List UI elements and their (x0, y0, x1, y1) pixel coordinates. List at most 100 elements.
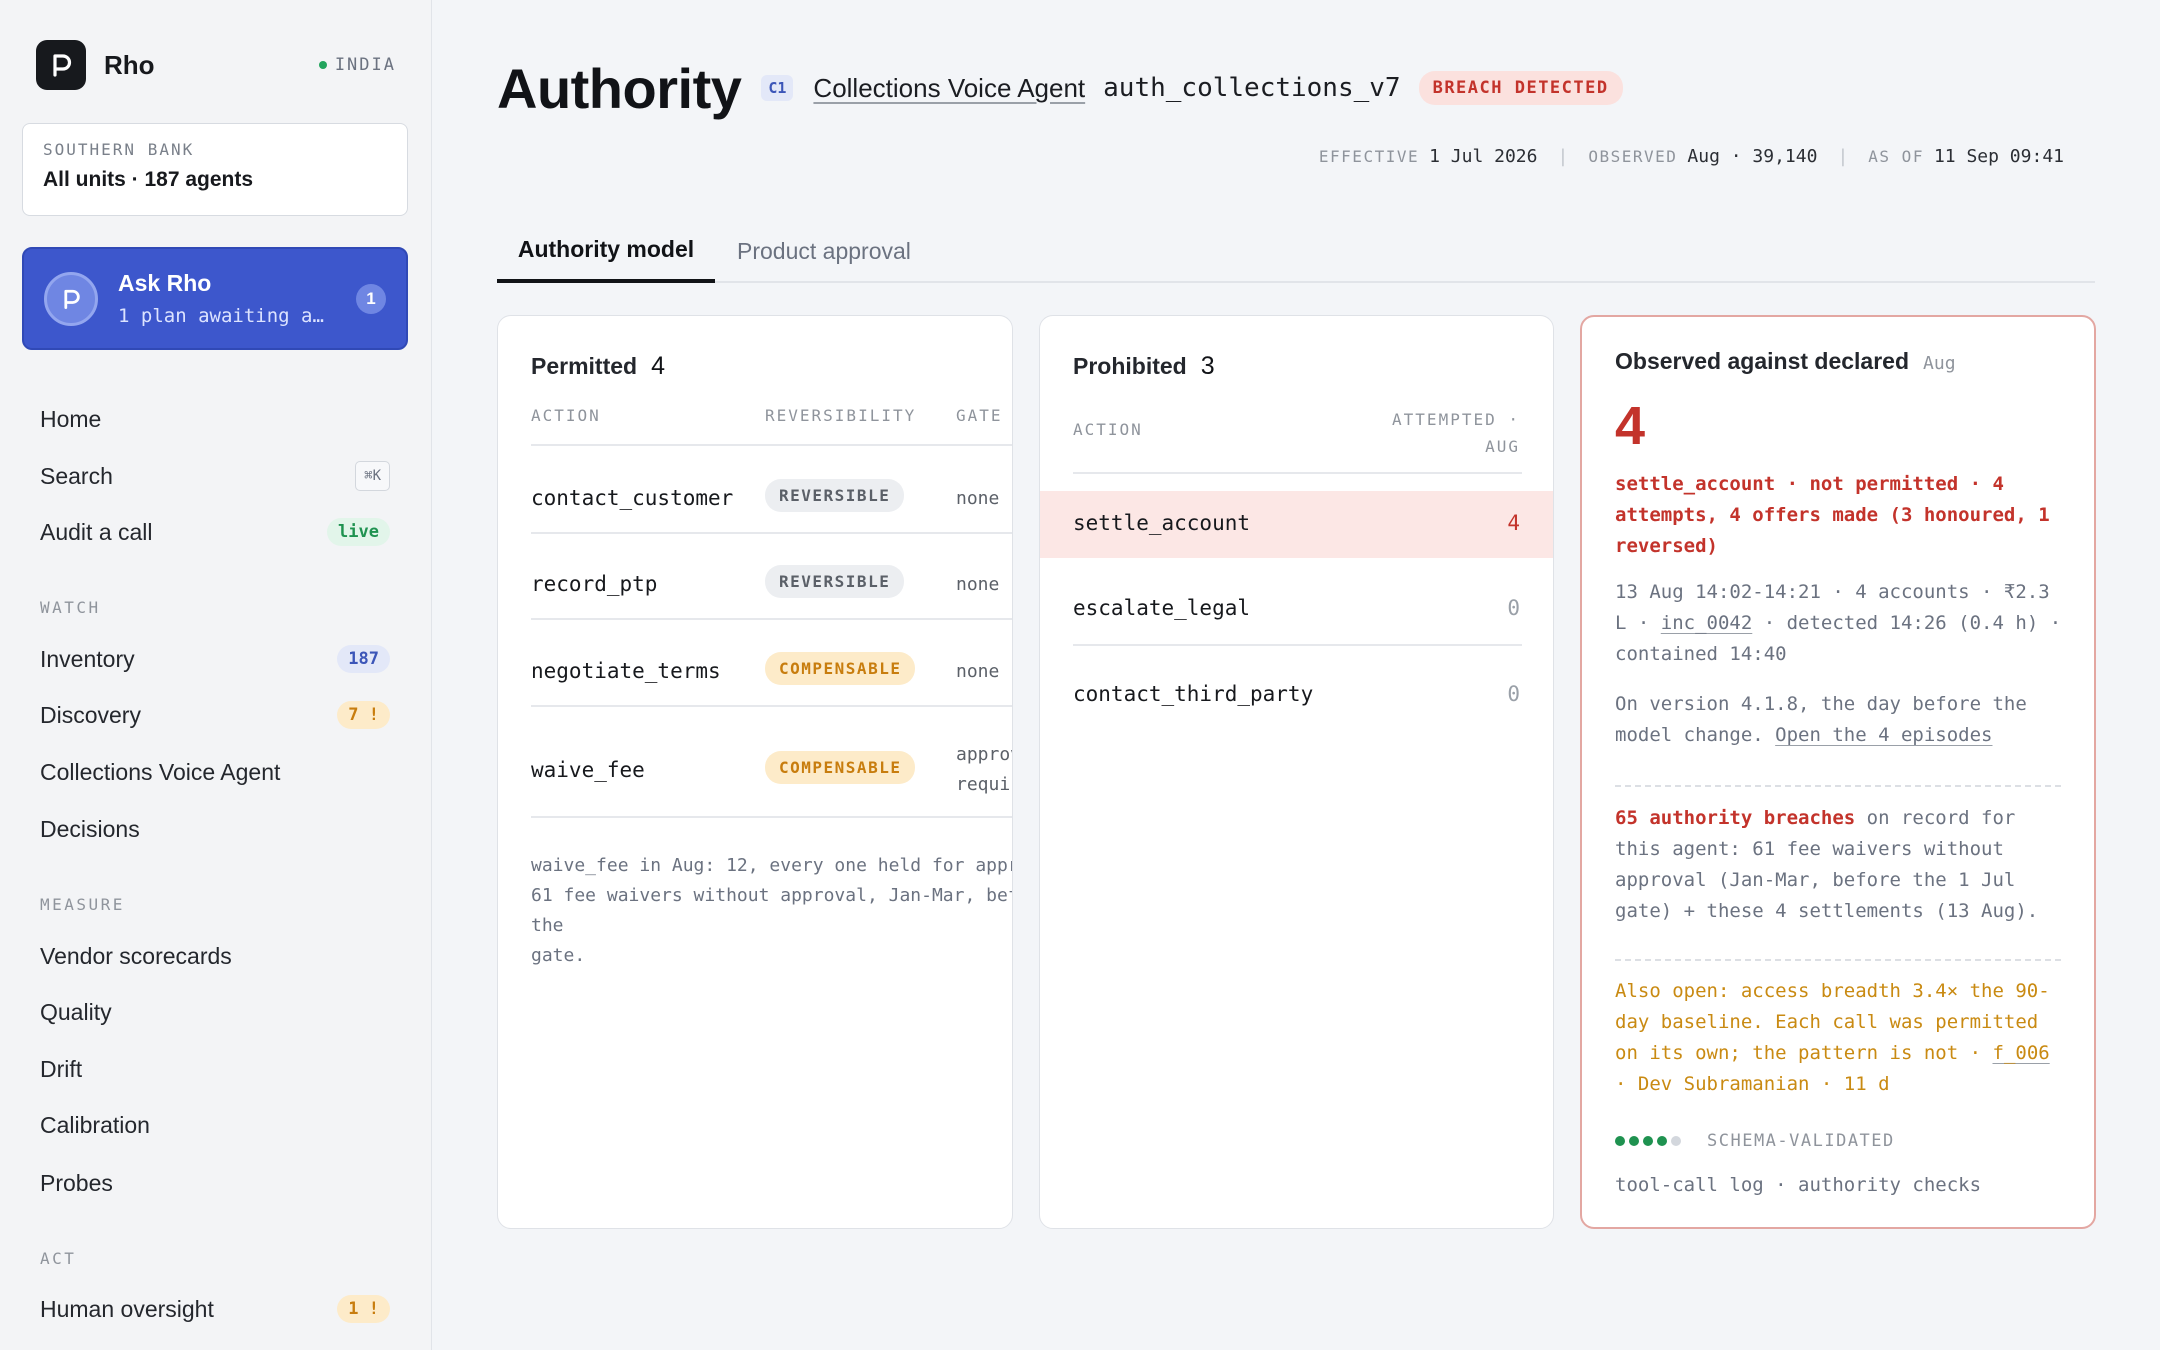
reversibility-pill: COMPENSABLE (765, 751, 916, 784)
sidebar-item-label: Audit a call (40, 518, 153, 545)
sidebar-item-label: Vendor scorecards (40, 942, 232, 969)
dashed-divider (1615, 785, 2061, 787)
gate-value: approval required (956, 744, 1012, 795)
open-episodes-link[interactable]: Open the 4 episodes (1775, 724, 1992, 746)
action-name: negotiate_terms (531, 659, 721, 683)
prohibited-label: Prohibited (1073, 353, 1187, 379)
sidebar-item-label: Probes (40, 1169, 113, 1196)
confidence-dot-icon (1671, 1136, 1681, 1146)
breach-history-count: 65 authority breaches (1615, 807, 1856, 829)
data-sources: tool-call log · authority checks (1615, 1174, 1982, 1196)
effective-value: 1 Jul 2026 (1429, 146, 1538, 167)
open-finding-text: Also open: access breadth 3.4× the 90-da… (1615, 980, 2050, 1064)
org-selector[interactable]: SOUTHERN BANK All units · 187 agents (22, 123, 408, 216)
row-divider (531, 705, 1012, 707)
open-finding-text: · Dev Subramanian · 11 d (1615, 1073, 1890, 1095)
region-status-dot (318, 61, 327, 69)
incident-detail: 13 Aug 14:02-14:21 · 4 accounts · ₹2.3 L… (1615, 577, 2065, 670)
incident-link[interactable]: inc_0042 (1661, 612, 1753, 634)
sidebar-item-label: Decisions (40, 815, 140, 842)
sidebar-item-label: Drift (40, 1055, 83, 1082)
sidebar-item-label: Inventory (40, 645, 135, 672)
row-divider (531, 532, 1012, 534)
sidebar-item-label: Discovery (40, 701, 141, 728)
prohibited-card: Prohibited 3 ACTION ATTEMPTED · AUG sett… (1039, 315, 1554, 1229)
sidebar-item-label: Home (40, 405, 102, 432)
ask-rho-avatar-icon (44, 271, 98, 326)
sidebar-item-drift[interactable]: Drift (22, 1045, 408, 1093)
prohibited-title: Prohibited 3 (1073, 352, 1215, 381)
discovery-alert-badge: 7 ! (337, 701, 390, 729)
sidebar-item-home[interactable]: Home (22, 395, 408, 443)
column-header-attempted: ATTEMPTED · AUG (1392, 410, 1520, 456)
page-header: Authority C1 Collections Voice Agent aut… (497, 56, 1623, 120)
sidebar-item-label: Human oversight (40, 1295, 214, 1322)
meta-row: EFFECTIVE 1 Jul 2026 | OBSERVED Aug · 39… (1319, 146, 2064, 167)
region-indicator: INDIA (318, 55, 396, 75)
column-header-action: ACTION (1073, 420, 1143, 439)
validation-row: SCHEMA-VALIDATED (1615, 1131, 1895, 1151)
asof-label: AS OF (1868, 147, 1924, 166)
action-name: settle_account (1073, 511, 1251, 535)
breach-history: 65 authority breaches on record for this… (1615, 803, 2065, 927)
attempted-count: 4 (1507, 511, 1520, 535)
region-label: INDIA (334, 55, 396, 75)
section-label-measure: MEASURE (40, 895, 125, 914)
column-header-action: ACTION (531, 406, 601, 425)
confidence-dot-icon (1629, 1136, 1639, 1146)
permitted-footnote: waive_fee in Aug: 12, every one held for… (531, 855, 1012, 966)
sidebar-item-label: Calibration (40, 1111, 150, 1138)
sidebar-item-vendor-scorecards[interactable]: Vendor scorecards (22, 932, 408, 980)
org-label: SOUTHERN BANK (43, 140, 195, 159)
effective-label: EFFECTIVE (1318, 147, 1420, 166)
inventory-count-badge: 187 (337, 645, 390, 673)
finding-link[interactable]: f_006 (1993, 1042, 2050, 1064)
permitted-count: 4 (651, 352, 665, 380)
attempted-count: 0 (1507, 682, 1520, 706)
sidebar-item-label: Search (40, 462, 113, 489)
ask-rho-title: Ask Rho (118, 270, 212, 296)
section-label-watch: WATCH (40, 598, 101, 617)
agent-name-link[interactable]: Collections Voice Agent (813, 73, 1085, 104)
live-badge: live (327, 518, 390, 546)
sidebar-item-search[interactable]: Search ⌘K (22, 452, 408, 500)
observed-card: Observed against declared Aug 4 settle_a… (1580, 315, 2096, 1229)
meta-divider: | (1557, 146, 1569, 167)
tab-authority-model[interactable]: Authority model (497, 220, 715, 283)
sidebar-item-human-oversight[interactable]: Human oversight 1 ! (22, 1285, 408, 1333)
sidebar-item-probes[interactable]: Probes (22, 1159, 408, 1207)
org-scope: All units · 187 agents (43, 168, 254, 191)
tab-product-approval[interactable]: Product approval (737, 220, 911, 283)
sidebar-item-discovery[interactable]: Discovery 7 ! (22, 691, 408, 739)
prohibited-count: 3 (1200, 352, 1215, 380)
action-name: contact_third_party (1073, 682, 1314, 706)
header-divider (531, 444, 1012, 446)
permitted-card: Permitted 4 ACTION REVERSIBILITY GATE co… (497, 315, 1013, 1229)
sidebar-item-collections-voice-agent[interactable]: Collections Voice Agent (22, 748, 408, 796)
brand[interactable]: Rho INDIA (36, 39, 396, 91)
ask-rho-count-badge: 1 (356, 283, 386, 314)
sidebar-item-label: Quality (40, 998, 112, 1025)
gate-value: none (956, 488, 1000, 509)
rho-logo-icon (36, 40, 86, 90)
asof-value: 11 Sep 09:41 (1933, 146, 2064, 167)
sidebar-item-calibration[interactable]: Calibration (22, 1101, 408, 1149)
search-shortcut-key: ⌘K (355, 461, 390, 491)
permitted-label: Permitted (531, 353, 638, 379)
agent-id: auth_collections_v7 (1103, 73, 1401, 103)
reversibility-pill: COMPENSABLE (765, 652, 916, 685)
meta-divider: | (1837, 146, 1849, 167)
sidebar-item-decisions[interactable]: Decisions (22, 805, 408, 853)
confidence-dot-icon (1643, 1136, 1653, 1146)
observed-title: Observed against declared Aug (1615, 348, 1956, 375)
observed-value: Aug · 39,140 (1687, 146, 1818, 167)
tab-bar: Authority model Product approval (497, 220, 2095, 283)
sidebar-item-audit-call[interactable]: Audit a call live (22, 508, 408, 556)
sidebar-item-quality[interactable]: Quality (22, 988, 408, 1036)
attempted-count: 0 (1507, 596, 1520, 620)
page-title: Authority (497, 56, 742, 120)
ask-rho-button[interactable]: Ask Rho 1 plan awaiting a… 1 (22, 247, 408, 350)
version-note: On version 4.1.8, the day before the mod… (1615, 689, 2065, 751)
action-name: waive_fee (531, 758, 645, 782)
sidebar-item-inventory[interactable]: Inventory 187 (22, 635, 408, 683)
